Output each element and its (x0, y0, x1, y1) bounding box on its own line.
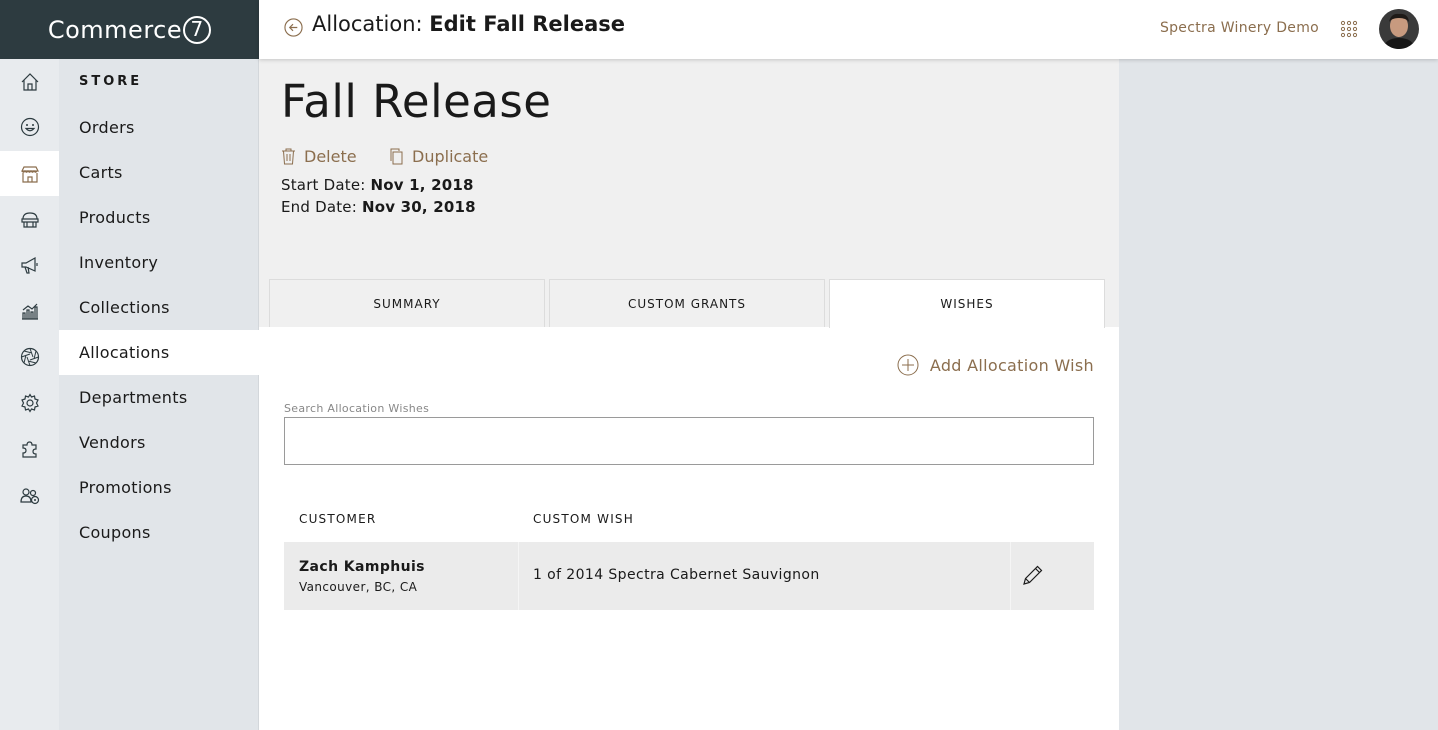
search-label: Search Allocation Wishes (284, 402, 430, 415)
column-divider (518, 542, 519, 610)
column-header-custom-wish: CUSTOM WISH (533, 512, 634, 526)
rail-integrations[interactable] (0, 426, 59, 471)
add-allocation-wish-label: Add Allocation Wish (929, 355, 1094, 375)
submenu-item-products[interactable]: Products (59, 195, 259, 240)
end-date: End Date: Nov 30, 2018 (281, 198, 476, 216)
logo-mark: 7 (183, 15, 212, 44)
user-avatar[interactable] (1379, 9, 1419, 49)
submenu-title: STORE (79, 74, 143, 89)
customer-location: Vancouver, BC, CA (299, 580, 418, 594)
home-icon (21, 72, 38, 91)
tab-summary[interactable]: SUMMARY (269, 279, 545, 327)
rail-store[interactable] (0, 151, 59, 196)
edit-pencil-icon[interactable] (1021, 563, 1045, 587)
trash-icon (282, 148, 295, 164)
main-content: Fall Release Delete Duplicate Start Date… (259, 59, 1119, 730)
record-title: Fall Release (281, 75, 552, 128)
top-header: Allocation: Edit Fall Release Spectra Wi… (259, 0, 1438, 59)
submenu-item-carts[interactable]: Carts (59, 150, 259, 195)
rail-aperture[interactable] (0, 334, 59, 379)
logo-text: Commerce (47, 15, 183, 44)
submenu-item-collections[interactable]: Collections (59, 285, 259, 330)
duplicate-button[interactable]: Duplicate (389, 146, 488, 166)
column-divider (1010, 542, 1011, 610)
store-icon (20, 165, 39, 183)
table-row[interactable]: Zach Kamphuis Vancouver, BC, CA 1 of 201… (284, 542, 1094, 610)
start-date-value: Nov 1, 2018 (370, 176, 474, 194)
start-date: Start Date: Nov 1, 2018 (281, 176, 474, 194)
aperture-icon (20, 347, 39, 366)
submenu-item-coupons[interactable]: Coupons (59, 510, 259, 555)
delete-button[interactable]: Delete (281, 146, 357, 166)
add-circle-icon (897, 354, 919, 376)
end-date-label: End Date: (281, 198, 357, 216)
customer-name[interactable]: Zach Kamphuis (299, 559, 425, 575)
back-arrow-icon[interactable] (284, 18, 303, 37)
submenu-item-inventory[interactable]: Inventory (59, 240, 259, 285)
submenu-item-promotions[interactable]: Promotions (59, 465, 259, 510)
store-submenu: STORE Orders Carts Products Inventory Co… (59, 59, 259, 730)
page-heading-title: Edit Fall Release (429, 12, 625, 36)
add-allocation-wish-button[interactable]: Add Allocation Wish (897, 354, 1094, 376)
rail-marketing[interactable] (0, 242, 59, 287)
rail-users[interactable] (0, 473, 59, 518)
submenu-item-vendors[interactable]: Vendors (59, 420, 259, 465)
rail-customers[interactable] (0, 104, 59, 149)
custom-wish-text: 1 of 2014 Spectra Cabernet Sauvignon (533, 567, 820, 583)
page-heading: Allocation: Edit Fall Release (312, 12, 625, 36)
settings-gear-icon (20, 392, 39, 413)
submenu-item-allocations[interactable]: Allocations (59, 330, 259, 375)
rail-settings[interactable] (0, 380, 59, 425)
reports-icon (21, 303, 38, 320)
users-settings-icon (19, 487, 39, 504)
icon-rail (0, 59, 59, 730)
search-allocation-wishes-input[interactable] (284, 417, 1094, 465)
submenu-item-departments[interactable]: Departments (59, 375, 259, 420)
tab-custom-grants[interactable]: CUSTOM GRANTS (549, 279, 825, 327)
puzzle-icon (21, 440, 37, 458)
rail-reports[interactable] (0, 288, 59, 333)
duplicate-icon (390, 148, 403, 164)
rail-home[interactable] (0, 59, 59, 104)
duplicate-label: Duplicate (412, 146, 489, 166)
commerce7-logo[interactable]: Commerce 7 (0, 0, 259, 59)
club-icon (20, 211, 39, 228)
end-date-value: Nov 30, 2018 (361, 198, 476, 216)
record-header: Fall Release Delete Duplicate Start Date… (259, 59, 1119, 328)
delete-label: Delete (304, 146, 357, 166)
column-header-customer: CUSTOMER (299, 512, 377, 526)
smiley-icon (20, 117, 39, 136)
tab-wishes[interactable]: WISHES (829, 279, 1105, 328)
rail-club[interactable] (0, 197, 59, 242)
submenu-item-orders[interactable]: Orders (59, 105, 259, 150)
start-date-label: Start Date: (281, 176, 366, 194)
apps-grid-icon[interactable] (1340, 20, 1358, 38)
megaphone-icon (20, 256, 38, 274)
page-heading-prefix: Allocation: (312, 12, 423, 36)
account-name[interactable]: Spectra Winery Demo (1160, 20, 1319, 36)
